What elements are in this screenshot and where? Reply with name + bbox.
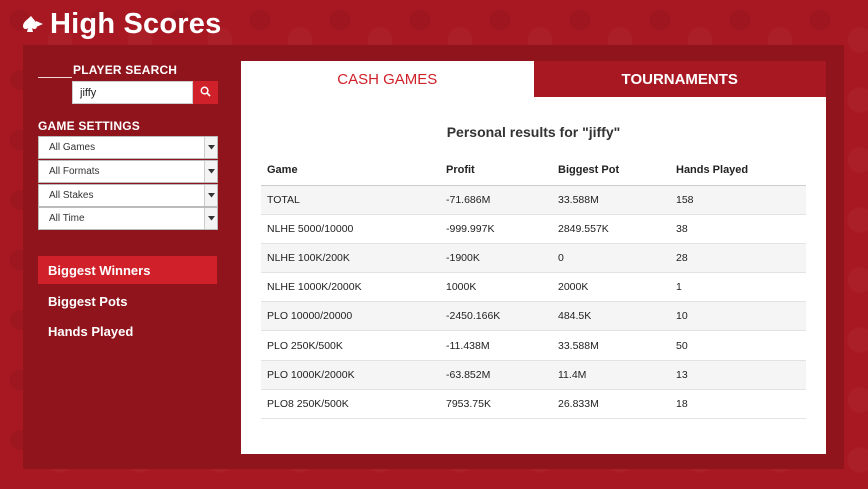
table-row: PLO8 250K/500K 7953.75K 26.833M 18	[261, 389, 806, 420]
table-cell: PLO8 250K/500K	[261, 389, 440, 420]
results-table: Game Profit Biggest Pot Hands Played TOT…	[261, 156, 806, 420]
stakes-select[interactable]: All Stakes	[38, 184, 218, 207]
search-icon	[200, 85, 211, 100]
table-cell: 26.833M	[552, 389, 670, 420]
table-cell: TOTAL	[261, 185, 440, 215]
table-row: NLHE 5000/10000 -999.997K 2849.557K 38	[261, 214, 806, 244]
title-bar: High Scores	[22, 4, 221, 44]
stakes-select-value: All Stakes	[49, 190, 94, 201]
table-cell: 33.588M	[552, 185, 670, 215]
table-cell: 28	[670, 243, 806, 274]
table-cell: NLHE 1000K/2000K	[261, 272, 440, 303]
column-header-hands-played: Hands Played	[670, 156, 806, 186]
divider	[38, 77, 72, 78]
tab-bar: CASH GAMES TOURNAMENTS	[241, 61, 826, 97]
table-header-row: Game Profit Biggest Pot Hands Played	[261, 156, 806, 186]
column-header-game: Game	[261, 156, 440, 186]
table-cell: NLHE 100K/200K	[261, 243, 440, 274]
table-row: TOTAL -71.686M 33.588M 158	[261, 185, 806, 215]
table-cell: 13	[670, 360, 806, 390]
tab-tournaments[interactable]: TOURNAMENTS	[533, 61, 826, 97]
results-panel: CASH GAMES TOURNAMENTS Personal results …	[241, 61, 826, 454]
table-cell: 7953.75K	[440, 389, 552, 420]
table-row: PLO 250K/500K -11.438M 33.588M 50	[261, 330, 806, 361]
table-cell: -1900K	[440, 243, 552, 274]
table-cell: 0	[552, 243, 670, 274]
table-cell: -2450.166K	[440, 301, 552, 332]
table-row: PLO 10000/20000 -2450.166K 484.5K 10	[261, 301, 806, 332]
nav-hands-played[interactable]: Hands Played	[38, 317, 217, 345]
chevron-down-icon	[204, 137, 217, 158]
table-cell: -999.997K	[440, 214, 552, 244]
page-title: High Scores	[50, 7, 222, 40]
nav-biggest-winners[interactable]: Biggest Winners	[38, 256, 217, 284]
chevron-down-icon	[204, 161, 217, 182]
table-cell: 158	[670, 185, 806, 215]
table-cell: 18	[670, 389, 806, 420]
table-cell: 38	[670, 214, 806, 244]
games-select-value: All Games	[49, 142, 96, 153]
table-cell: PLO 250K/500K	[261, 330, 440, 361]
table-cell: 2849.557K	[552, 214, 670, 244]
main-panel: PLAYER SEARCH GAME SETTINGS All Games Al…	[23, 45, 844, 469]
table-cell: PLO 1000K/2000K	[261, 360, 440, 390]
table-cell: -11.438M	[440, 330, 552, 361]
table-cell: -63.852M	[440, 360, 552, 390]
table-cell: 11.4M	[552, 360, 670, 390]
sidebar: PLAYER SEARCH GAME SETTINGS All Games Al…	[23, 45, 243, 469]
table-cell: NLHE 5000/10000	[261, 214, 440, 244]
table-cell: 33.588M	[552, 330, 670, 361]
spade-arrow-icon	[22, 13, 44, 35]
games-select[interactable]: All Games	[38, 136, 218, 159]
table-row: NLHE 100K/200K -1900K 0 28	[261, 243, 806, 274]
column-header-profit: Profit	[440, 156, 552, 186]
results-title: Personal results for "jiffy"	[446, 124, 621, 140]
table-row: NLHE 1000K/2000K 1000K 2000K 1	[261, 272, 806, 303]
tab-cash-games[interactable]: CASH GAMES	[241, 61, 534, 97]
game-settings-label: GAME SETTINGS	[38, 119, 140, 133]
chevron-down-icon	[204, 185, 217, 206]
nav-biggest-pots[interactable]: Biggest Pots	[38, 287, 217, 315]
formats-select[interactable]: All Formats	[38, 160, 218, 183]
table-cell: 2000K	[552, 272, 670, 303]
table-cell: 10	[670, 301, 806, 332]
table-cell: 484.5K	[552, 301, 670, 332]
chevron-down-icon	[204, 208, 217, 229]
search-button[interactable]	[193, 81, 218, 104]
column-header-biggest-pot: Biggest Pot	[552, 156, 670, 186]
player-search-input[interactable]	[72, 81, 193, 104]
formats-select-value: All Formats	[49, 166, 100, 177]
table-row: PLO 1000K/2000K -63.852M 11.4M 13	[261, 360, 806, 390]
table-cell: -71.686M	[440, 185, 552, 215]
table-cell: PLO 10000/20000	[261, 301, 440, 332]
table-cell: 1000K	[440, 272, 552, 303]
player-search-label: PLAYER SEARCH	[73, 63, 178, 77]
table-cell: 1	[670, 272, 806, 303]
time-select-value: All Time	[49, 213, 85, 224]
table-cell: 50	[670, 330, 806, 361]
time-select[interactable]: All Time	[38, 207, 218, 230]
